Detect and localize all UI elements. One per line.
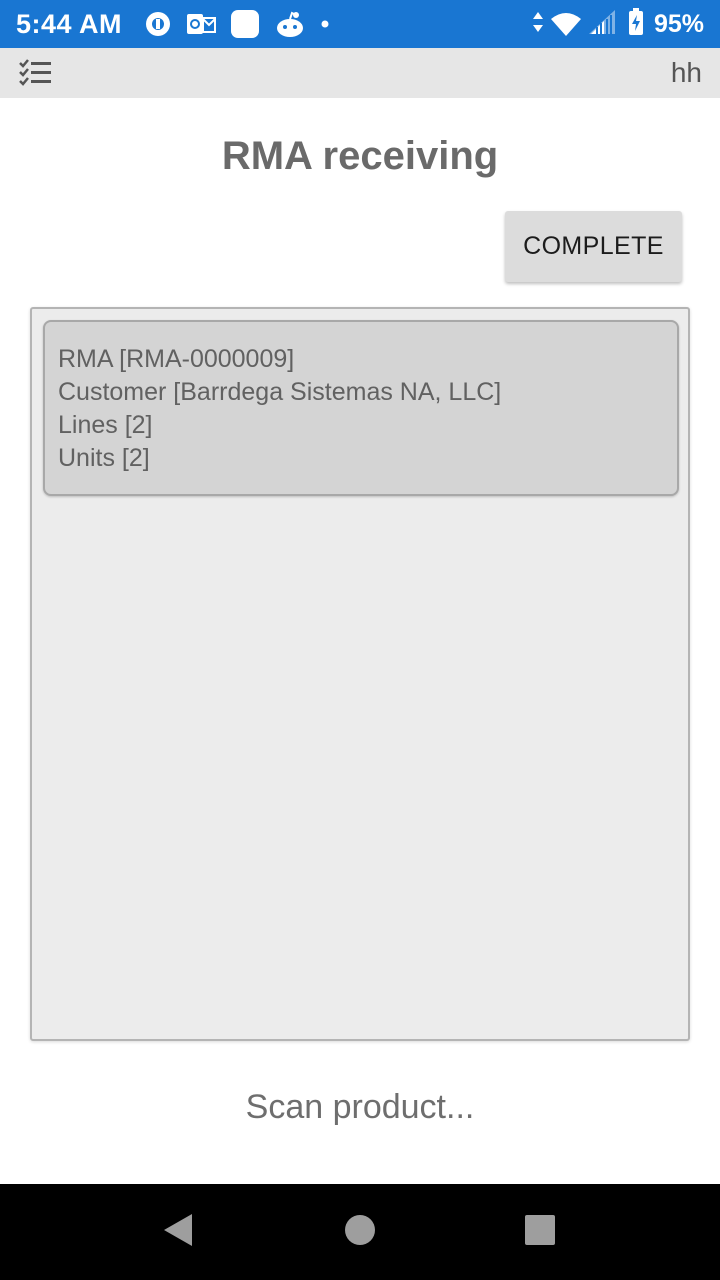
blank-app-icon [230,9,260,39]
rma-list[interactable]: RMA [RMA-0000009] Customer [Barrdega Sis… [30,307,690,1041]
status-time: 5:44 AM [16,8,123,39]
app-circle-icon [144,10,172,38]
home-icon [344,1214,376,1251]
rma-units: Units [2] [58,444,150,472]
network-badge: 4 [573,23,580,37]
home-button[interactable] [310,1184,410,1280]
data-arrows-icon [532,11,544,38]
recents-button[interactable] [490,1184,590,1280]
rma-number: RMA [RMA-0000009] [58,345,295,373]
dot-icon [320,19,330,29]
battery-charging-icon [628,7,644,41]
notification-icons [144,9,330,39]
rma-customer: Customer [Barrdega Sistemas NA, LLC] [58,378,502,406]
status-bar: 5:44 AM 4 95% [0,0,720,48]
page-title: RMA receiving [221,134,499,178]
rma-lines: Lines [2] [58,411,153,439]
scan-product-input[interactable]: Scan product... [120,1080,600,1134]
battery-percent: 95% [653,9,704,38]
checklist-icon[interactable] [18,59,52,87]
outlook-icon [186,11,217,37]
complete-button[interactable]: COMPLETE [505,211,682,282]
reddit-icon [274,10,306,38]
nav-bar [0,1184,720,1280]
signal-icon [588,9,616,40]
status-indicators: 4 95% [532,7,704,41]
wifi-icon: 4 [550,11,582,37]
app-toolbar: hh [0,48,720,98]
rma-card[interactable]: RMA [RMA-0000009] Customer [Barrdega Sis… [43,320,679,496]
user-label: hh [670,57,702,88]
back-icon [162,1213,194,1252]
back-button[interactable] [128,1184,228,1280]
recents-icon [525,1214,555,1250]
